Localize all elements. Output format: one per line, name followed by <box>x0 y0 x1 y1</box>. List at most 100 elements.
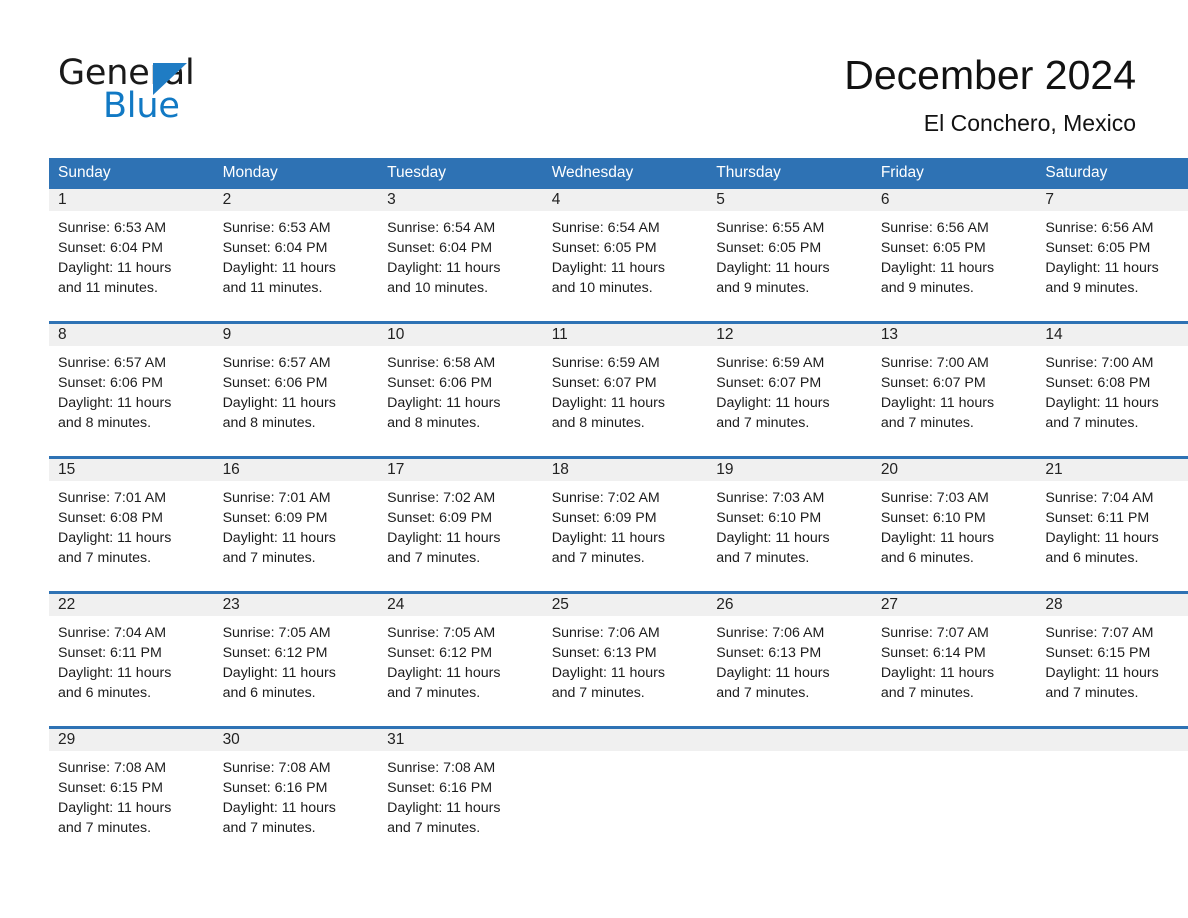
daylight-text-line1: Daylight: 11 hours <box>222 395 336 411</box>
page-subtitle: El Conchero, Mexico <box>923 110 1136 136</box>
sunrise-text: Sunrise: 7:05 AM <box>387 625 496 641</box>
day-cell[interactable]: 9 Sunrise: 6:57 AM Sunset: 6:06 PM Daylight… <box>213 321 379 458</box>
day-number: 8 <box>49 324 214 346</box>
sunset-text: Sunset: 6:16 PM <box>387 780 493 796</box>
title-block: December 2024 El Conchero, Mexico <box>844 50 1136 137</box>
day-cell[interactable]: 6 Sunrise: 6:56 AM Sunset: 6:05 PM Daylight… <box>871 189 1037 323</box>
day-cell[interactable]: 29 Sunrise: 7:08 AM Sunset: 6:15 PM Dayligh… <box>49 726 214 861</box>
day-cell[interactable]: 16 Sunrise: 7:01 AM Sunset: 6:09 PM Dayligh… <box>213 456 379 593</box>
day-cell[interactable]: 8 Sunrise: 6:57 AM Sunset: 6:06 PM Daylight… <box>49 321 214 458</box>
day-cell[interactable]: 18 Sunrise: 7:02 AM Sunset: 6:09 PM Dayligh… <box>542 456 708 593</box>
sunset-text: Sunset: 6:13 PM <box>551 645 657 661</box>
day-number: 2 <box>213 189 379 211</box>
day-details: Sunrise: 6:57 AM Sunset: 6:06 PM Daylight:… <box>49 346 214 433</box>
day-details: Sunrise: 7:08 AM Sunset: 6:15 PM Daylight:… <box>49 751 214 838</box>
day-cell[interactable]: 27 Sunrise: 7:07 AM Sunset: 6:14 PM Dayligh… <box>871 591 1037 728</box>
sunset-text: Sunset: 6:05 PM <box>1045 240 1151 256</box>
day-number: 9 <box>213 324 379 346</box>
day-number: 4 <box>542 189 708 211</box>
day-cell[interactable]: 23 Sunrise: 7:05 AM Sunset: 6:12 PM Dayligh… <box>213 591 379 728</box>
sunrise-text: Sunrise: 7:08 AM <box>387 760 496 776</box>
day-cell-empty <box>542 726 708 861</box>
day-cell[interactable]: 15 Sunrise: 7:01 AM Sunset: 6:08 PM Dayligh… <box>49 456 214 593</box>
day-cell[interactable]: 7 Sunrise: 6:56 AM Sunset: 6:05 PM Daylight… <box>1036 189 1188 323</box>
day-cell[interactable]: 25 Sunrise: 7:06 AM Sunset: 6:13 PM Dayligh… <box>542 591 708 728</box>
day-cell[interactable]: 1 Sunrise: 6:53 AM Sunset: 6:04 PM Daylight… <box>49 189 214 323</box>
day-details: Sunrise: 7:04 AM Sunset: 6:11 PM Daylight:… <box>1036 481 1188 568</box>
day-details: Sunrise: 6:56 AM Sunset: 6:05 PM Daylight:… <box>1036 211 1188 298</box>
daylight-text-line2: and 11 minutes. <box>222 280 323 296</box>
day-cell[interactable]: 26 Sunrise: 7:06 AM Sunset: 6:13 PM Dayligh… <box>707 591 872 728</box>
day-number: 15 <box>49 459 214 481</box>
day-cell[interactable]: 21 Sunrise: 7:04 AM Sunset: 6:11 PM Dayligh… <box>1036 456 1188 593</box>
daylight-text-line2: and 7 minutes. <box>880 415 974 431</box>
sunset-text: Sunset: 6:11 PM <box>58 645 162 661</box>
day-cell[interactable]: 20 Sunrise: 7:03 AM Sunset: 6:10 PM Dayligh… <box>871 456 1037 593</box>
day-cell[interactable]: 14 Sunrise: 7:00 AM Sunset: 6:08 PM Dayligh… <box>1036 321 1188 458</box>
daylight-text-line1: Daylight: 11 hours <box>222 260 336 276</box>
sunrise-text: Sunrise: 6:57 AM <box>58 355 167 371</box>
day-cell[interactable]: 22 Sunrise: 7:04 AM Sunset: 6:11 PM Dayligh… <box>49 591 214 728</box>
day-cell[interactable]: 13 Sunrise: 7:00 AM Sunset: 6:07 PM Dayligh… <box>871 321 1037 458</box>
day-cell[interactable]: 4 Sunrise: 6:54 AM Sunset: 6:05 PM Daylight… <box>542 189 708 323</box>
weekday-header-tuesday: Tuesday <box>378 158 543 189</box>
sunrise-text: Sunrise: 7:04 AM <box>1045 490 1154 506</box>
sunset-text: Sunset: 6:10 PM <box>880 510 986 526</box>
day-cell[interactable]: 28 Sunrise: 7:07 AM Sunset: 6:15 PM Dayligh… <box>1036 591 1188 728</box>
day-number: 23 <box>213 594 379 616</box>
sunset-text: Sunset: 6:05 PM <box>551 240 657 256</box>
day-cell[interactable]: 11 Sunrise: 6:59 AM Sunset: 6:07 PM Dayligh… <box>542 321 708 458</box>
day-details: Sunrise: 7:02 AM Sunset: 6:09 PM Daylight:… <box>543 481 708 568</box>
sunset-text: Sunset: 6:05 PM <box>716 240 822 256</box>
daylight-text-line2: and 7 minutes. <box>387 820 481 836</box>
sunrise-text: Sunrise: 7:02 AM <box>551 490 660 506</box>
day-cell[interactable]: 2 Sunrise: 6:53 AM Sunset: 6:04 PM Daylight… <box>213 189 379 323</box>
day-cell[interactable]: 12 Sunrise: 6:59 AM Sunset: 6:07 PM Dayligh… <box>707 321 872 458</box>
day-cell[interactable]: 24 Sunrise: 7:05 AM Sunset: 6:12 PM Dayligh… <box>378 591 543 728</box>
day-details: Sunrise: 6:55 AM Sunset: 6:05 PM Daylight:… <box>707 211 872 298</box>
weekday-header-thursday: Thursday <box>707 158 872 189</box>
daylight-text-line2: and 7 minutes. <box>1045 685 1139 701</box>
day-cell[interactable]: 19 Sunrise: 7:03 AM Sunset: 6:10 PM Dayligh… <box>707 456 872 593</box>
day-number: 29 <box>49 729 214 751</box>
sunrise-text: Sunrise: 7:06 AM <box>551 625 660 641</box>
weekday-header-monday: Monday <box>213 158 379 189</box>
sunset-text: Sunset: 6:12 PM <box>387 645 493 661</box>
daylight-text-line2: and 8 minutes. <box>551 415 645 431</box>
day-cell[interactable]: 31 Sunrise: 7:08 AM Sunset: 6:16 PM Dayligh… <box>378 726 543 861</box>
weekday-header-sunday: Sunday <box>49 158 214 189</box>
sunset-text: Sunset: 6:04 PM <box>58 240 163 256</box>
general-blue-logo[interactable]: General Blue <box>58 53 358 133</box>
day-details: Sunrise: 7:06 AM Sunset: 6:13 PM Daylight:… <box>543 616 708 703</box>
sunrise-text: Sunrise: 6:54 AM <box>551 220 660 236</box>
day-details: Sunrise: 6:58 AM Sunset: 6:06 PM Daylight:… <box>378 346 543 433</box>
day-details: Sunrise: 6:57 AM Sunset: 6:06 PM Daylight:… <box>214 346 379 433</box>
daylight-text-line1: Daylight: 11 hours <box>222 800 336 816</box>
day-cell[interactable]: 5 Sunrise: 6:55 AM Sunset: 6:05 PM Daylight… <box>707 189 872 323</box>
daylight-text-line2: and 7 minutes. <box>880 685 974 701</box>
weekday-header-friday: Friday <box>871 158 1037 189</box>
sunset-text: Sunset: 6:06 PM <box>222 375 328 391</box>
day-cell[interactable]: 3 Sunrise: 6:54 AM Sunset: 6:04 PM Daylight… <box>378 189 543 323</box>
sunset-text: Sunset: 6:04 PM <box>387 240 493 256</box>
calendar-week-row: 15 Sunrise: 7:01 AM Sunset: 6:08 PM Dayligh… <box>49 456 1188 593</box>
day-details: Sunrise: 7:02 AM Sunset: 6:09 PM Daylight:… <box>378 481 543 568</box>
day-cell[interactable]: 10 Sunrise: 6:58 AM Sunset: 6:06 PM Dayligh… <box>378 321 543 458</box>
day-cell[interactable]: 30 Sunrise: 7:08 AM Sunset: 6:16 PM Dayligh… <box>213 726 379 861</box>
calendar-week-row: 29 Sunrise: 7:08 AM Sunset: 6:15 PM Dayligh… <box>49 726 1188 861</box>
day-details: Sunrise: 6:54 AM Sunset: 6:05 PM Daylight:… <box>543 211 708 298</box>
sunrise-text: Sunrise: 6:56 AM <box>880 220 989 236</box>
daylight-text-line1: Daylight: 11 hours <box>58 800 172 816</box>
daylight-text-line1: Daylight: 11 hours <box>880 260 995 276</box>
day-cell-empty <box>871 726 1037 861</box>
sunrise-text: Sunrise: 6:53 AM <box>222 220 331 236</box>
daylight-text-line1: Daylight: 11 hours <box>551 530 665 546</box>
day-cell[interactable]: 17 Sunrise: 7:02 AM Sunset: 6:09 PM Dayligh… <box>378 456 543 593</box>
day-number: 27 <box>871 594 1037 616</box>
day-number: 26 <box>707 594 872 616</box>
sunrise-text: Sunrise: 7:05 AM <box>222 625 331 641</box>
daylight-text-line2: and 7 minutes. <box>551 685 645 701</box>
day-number: 13 <box>871 324 1037 346</box>
daylight-text-line2: and 8 minutes. <box>58 415 152 431</box>
daylight-text-line1: Daylight: 11 hours <box>58 665 172 681</box>
